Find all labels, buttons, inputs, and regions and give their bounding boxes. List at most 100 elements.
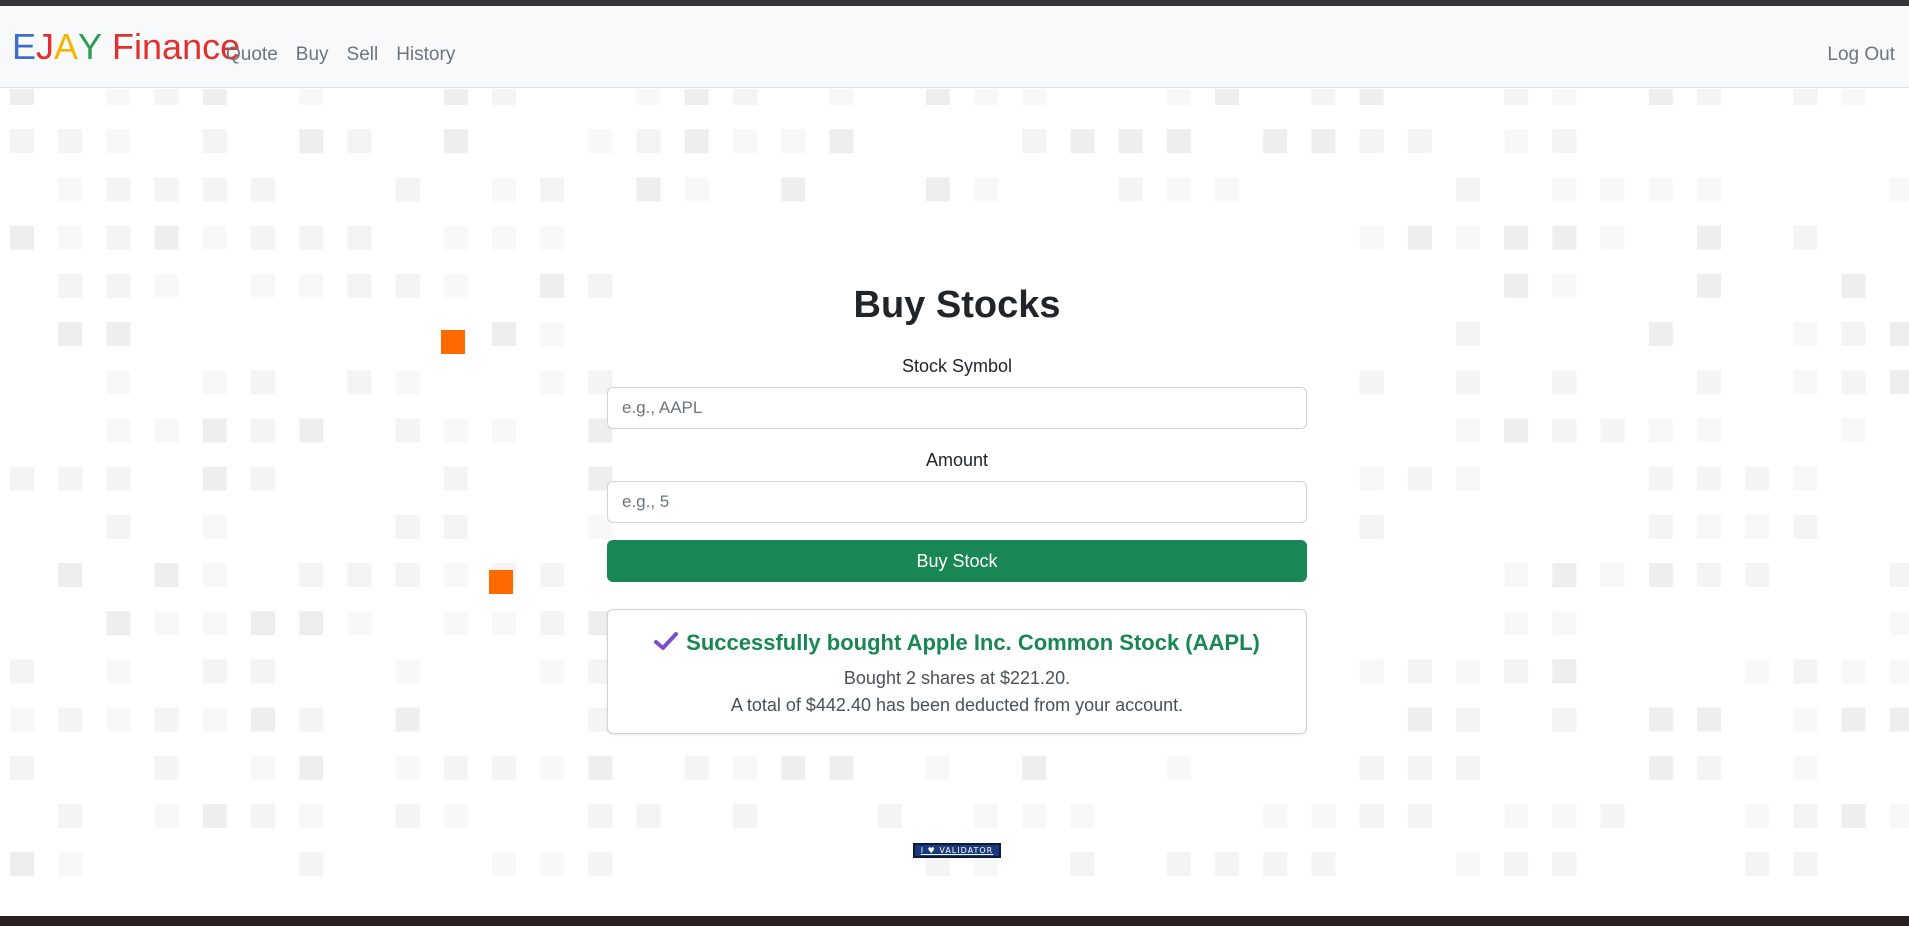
background-square xyxy=(1841,707,1866,732)
background-square xyxy=(202,659,227,684)
background-square xyxy=(925,89,950,105)
background-square xyxy=(154,611,179,636)
background-square xyxy=(1166,755,1191,780)
background-square xyxy=(1697,563,1721,587)
background-square xyxy=(106,514,131,539)
stock-symbol-input[interactable] xyxy=(607,387,1307,429)
background-square xyxy=(106,129,131,154)
nav-link-buy[interactable]: Buy xyxy=(296,42,329,68)
background-square xyxy=(1889,370,1909,395)
background-square xyxy=(1456,755,1480,780)
background-square xyxy=(1504,273,1529,298)
background-square xyxy=(443,755,468,780)
background-square xyxy=(1793,755,1818,780)
background-square xyxy=(1648,563,1673,587)
background-square xyxy=(154,755,179,780)
background-square xyxy=(1359,225,1384,250)
background-square xyxy=(1552,89,1577,105)
background-square xyxy=(251,804,275,828)
background-square xyxy=(733,804,757,828)
background-square xyxy=(540,322,565,346)
background-square xyxy=(443,804,468,828)
background-square xyxy=(1070,804,1095,828)
background-square xyxy=(1841,659,1866,684)
background-square xyxy=(540,273,565,298)
background-square xyxy=(1504,418,1529,443)
stock-symbol-label: Stock Symbol xyxy=(901,356,1013,376)
background-square xyxy=(1359,89,1384,105)
background-square xyxy=(1745,466,1770,491)
background-square xyxy=(1889,707,1909,732)
background-square xyxy=(443,89,468,105)
background-square xyxy=(1793,707,1818,732)
amount-input[interactable] xyxy=(607,481,1307,523)
logout-link[interactable]: Log Out xyxy=(1827,42,1895,68)
background-square xyxy=(58,707,83,732)
background-square xyxy=(1215,177,1239,202)
background-square xyxy=(540,225,565,250)
background-square xyxy=(492,225,516,250)
background-square xyxy=(1311,804,1336,828)
background-square xyxy=(154,563,179,587)
background-square xyxy=(1793,852,1818,877)
brand-logo[interactable]: EJAY Finance xyxy=(12,26,240,68)
background-square xyxy=(1456,418,1480,443)
background-square xyxy=(492,89,516,105)
background-square xyxy=(106,177,131,202)
background-square xyxy=(1648,89,1673,105)
background-square xyxy=(202,804,227,828)
brand-letter-y: Y xyxy=(78,26,103,67)
background-square xyxy=(492,322,516,346)
background-square xyxy=(733,89,757,105)
background-square xyxy=(251,466,275,491)
background-square xyxy=(1118,177,1143,202)
background-square xyxy=(1504,225,1529,250)
background-square xyxy=(1841,273,1866,298)
background-square xyxy=(154,707,179,732)
background-square xyxy=(1552,129,1577,154)
background-square xyxy=(1456,466,1480,491)
background-square xyxy=(1552,370,1577,395)
background-square xyxy=(540,852,565,877)
background-square xyxy=(540,659,565,684)
background-square xyxy=(1648,755,1673,780)
brand-letter-j: J xyxy=(36,26,55,67)
background-square xyxy=(1359,804,1384,828)
nav-link-quote[interactable]: Quote xyxy=(226,42,278,68)
background-square xyxy=(347,611,372,636)
background-square xyxy=(1022,89,1047,105)
background-square xyxy=(299,611,324,636)
background-square xyxy=(154,89,179,105)
background-square xyxy=(684,89,709,105)
background-square xyxy=(1552,273,1577,298)
background-square xyxy=(1697,225,1721,250)
background-square xyxy=(492,418,516,443)
nav-link-history[interactable]: History xyxy=(396,42,455,68)
background-square xyxy=(443,225,468,250)
background-square xyxy=(10,755,34,780)
buy-stock-button[interactable]: Buy Stock xyxy=(607,540,1307,582)
background-square xyxy=(1600,418,1625,443)
background-square xyxy=(395,418,420,443)
background-square xyxy=(1504,804,1529,828)
background-square xyxy=(299,563,324,587)
background-square xyxy=(684,755,709,780)
background-square xyxy=(1552,563,1577,587)
background-square xyxy=(1552,225,1577,250)
background-square xyxy=(1697,514,1721,539)
success-alert: Successfully bought Apple Inc. Common St… xyxy=(607,609,1307,734)
background-square xyxy=(299,755,324,780)
background-square xyxy=(251,707,275,732)
background-square xyxy=(781,129,806,154)
background-square xyxy=(443,514,468,539)
check-icon xyxy=(654,629,679,659)
validator-badge[interactable]: I ♥ VALIDATOR xyxy=(913,843,1001,858)
brand-word-finance: Finance xyxy=(102,26,241,67)
background-square xyxy=(202,177,227,202)
nav-link-sell[interactable]: Sell xyxy=(347,42,379,68)
background-square xyxy=(1552,852,1577,877)
background-square xyxy=(1745,659,1770,684)
highlight-square xyxy=(441,330,465,354)
background-square xyxy=(1793,514,1818,539)
background-square xyxy=(202,370,227,395)
